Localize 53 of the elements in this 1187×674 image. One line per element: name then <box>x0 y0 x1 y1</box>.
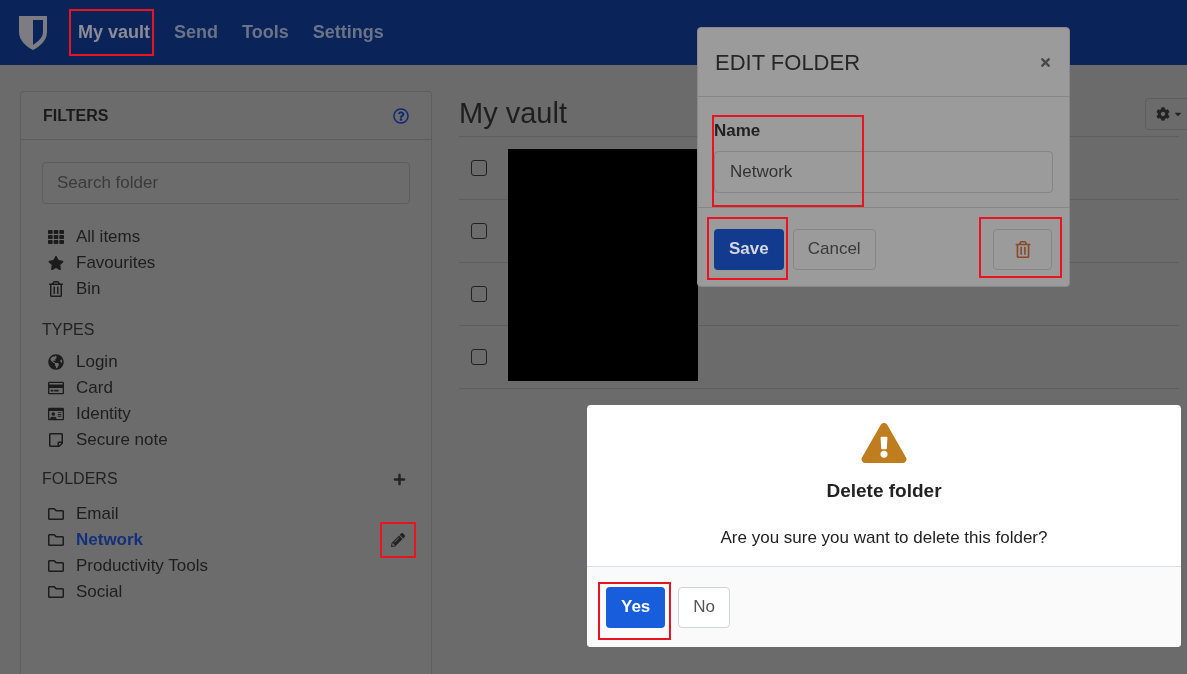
filter-item[interactable]: Favourites <box>76 250 156 276</box>
section-heading: FOLDERS <box>42 469 118 489</box>
filter-item[interactable]: Card <box>76 375 113 401</box>
filter-item[interactable]: All items <box>76 224 141 250</box>
add-icon[interactable] <box>393 472 406 486</box>
no-button[interactable]: No <box>678 586 731 628</box>
grid-icon <box>48 229 64 245</box>
row-checkbox[interactable] <box>471 223 487 239</box>
filter-item[interactable]: Bin <box>76 276 101 302</box>
warning-icon <box>861 423 907 463</box>
folder-item[interactable]: Network <box>76 527 144 553</box>
delete-button[interactable] <box>993 228 1052 270</box>
filter-item[interactable]: Secure note <box>76 427 168 453</box>
folder-icon <box>48 558 64 574</box>
dialog-message: Are you sure you want to delete this folder? <box>720 526 1048 549</box>
row-checkbox[interactable] <box>471 286 487 302</box>
folder-icon <box>48 506 64 522</box>
page-title: My vault <box>459 95 567 131</box>
help-icon[interactable] <box>393 107 409 124</box>
save-button[interactable]: Save <box>714 228 784 270</box>
cancel-button[interactable]: Cancel <box>792 228 876 270</box>
name-field[interactable]: Network <box>714 150 1053 193</box>
dialog-title: EDIT FOLDER <box>715 48 861 77</box>
nav-link[interactable]: Settings <box>312 22 384 42</box>
row-checkbox[interactable] <box>471 160 487 176</box>
folder-icon <box>48 532 64 548</box>
field-label: Name <box>714 120 762 142</box>
close-icon[interactable] <box>1039 55 1052 69</box>
filter-item[interactable]: Login <box>76 349 118 375</box>
panel-title: FILTERS <box>43 105 109 126</box>
folder-item[interactable]: Social <box>76 579 123 605</box>
folder-item[interactable]: Email <box>76 501 119 527</box>
settings-dropdown-button[interactable] <box>1145 97 1187 130</box>
nav-link[interactable]: Send <box>174 22 219 42</box>
row-checkbox[interactable] <box>471 349 487 365</box>
shield-logo <box>18 14 48 51</box>
filter-item[interactable]: Identity <box>76 401 131 427</box>
trash-icon <box>48 281 64 297</box>
globe-icon <box>48 354 64 370</box>
dialog-title: Delete folder <box>826 479 942 503</box>
folder-icon <box>48 584 64 600</box>
trash-icon <box>1014 240 1031 258</box>
nav-link[interactable]: Tools <box>242 22 289 42</box>
yes-button[interactable]: Yes <box>606 586 666 628</box>
edit-icon[interactable] <box>391 533 405 547</box>
folder-item[interactable]: Productivity Tools <box>76 553 208 579</box>
id-card-icon <box>48 406 64 422</box>
nav-link[interactable]: My vault <box>78 22 151 42</box>
star-icon <box>48 255 64 271</box>
settings-icon <box>1156 106 1170 121</box>
credit-card-icon <box>48 380 64 396</box>
note-icon <box>48 432 64 448</box>
section-heading: TYPES <box>42 320 96 340</box>
